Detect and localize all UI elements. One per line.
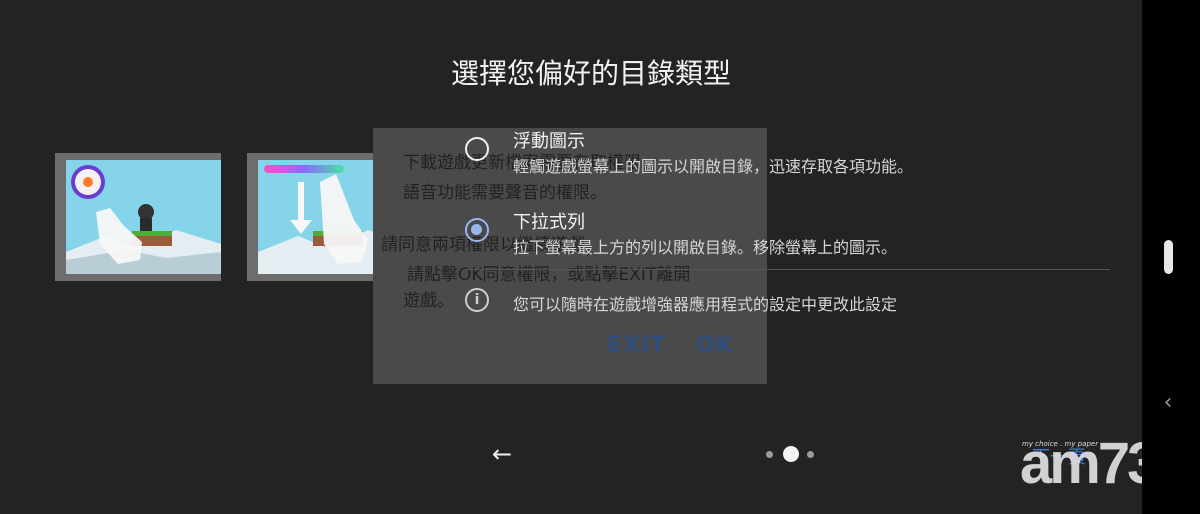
info-text: 您可以隨時在遊戲增強器應用程式的設定中更改此設定	[513, 295, 898, 314]
page-dot	[807, 451, 814, 458]
divider	[465, 269, 1110, 270]
floating-icon-option-description: 輕觸遊戲螢幕上的圖示以開啟目錄，迅速存取各項功能。	[513, 157, 914, 176]
floating-icon-option-title[interactable]: 浮動圖示	[513, 127, 585, 153]
page-dot	[766, 451, 773, 458]
floating-icon-preview[interactable]	[55, 153, 221, 281]
pull-down-bar-radio[interactable]	[465, 218, 489, 242]
pull-down-bar-option-description: 拉下螢幕最上方的列以開啟目錄。移除螢幕上的圖示。	[513, 238, 898, 257]
settings-screen: 選擇您偏好的目錄類型 下載遊戲更新檔案需要存取權限。 語音功能需要聲音的權限。 …	[0, 0, 1189, 514]
system-nav-bar: ‹	[1142, 0, 1200, 514]
preview-screen	[66, 160, 221, 274]
dialog-line: 語音功能需要聲音的權限。	[403, 183, 607, 203]
arrow-left-icon[interactable]: ←	[488, 440, 516, 468]
watermark-tagline: my choice . my paper	[1022, 440, 1099, 448]
info-icon: i	[465, 288, 489, 312]
floating-icon-radio[interactable]	[465, 137, 489, 161]
home-pill[interactable]	[1164, 240, 1173, 274]
ok-button[interactable]: OK	[696, 333, 734, 358]
floating-icon-illustration	[66, 165, 221, 274]
page-title: 選擇您偏好的目錄類型	[450, 57, 731, 90]
pull-down-bar-option-title[interactable]: 下拉式列	[513, 208, 585, 234]
exit-button[interactable]: EXIT	[607, 333, 666, 358]
chevron-left-icon[interactable]: ‹	[1156, 390, 1180, 420]
page-dot-active	[783, 446, 799, 462]
